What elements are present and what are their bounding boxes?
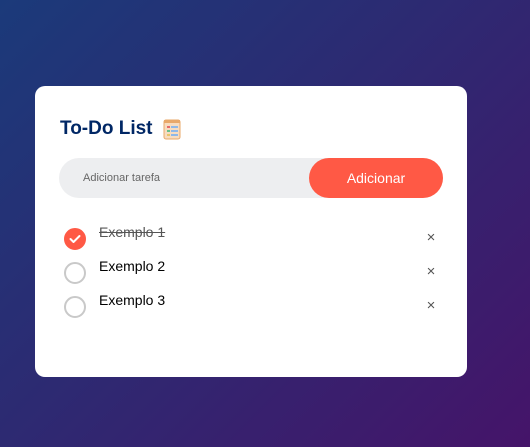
task-list: Exemplo 1 × Exemplo 2 × Exemplo 3 × (64, 223, 440, 325)
unchecked-icon[interactable] (64, 262, 86, 284)
close-icon[interactable]: × (422, 263, 440, 281)
task-text: Exemplo 2 (99, 258, 166, 274)
unchecked-icon[interactable] (64, 296, 86, 318)
todo-card: To-Do List Adicionar Exemplo 1 × (35, 86, 467, 377)
app-title: To-Do List (60, 118, 153, 139)
header: To-Do List (60, 118, 183, 140)
task-text: Exemplo 1 (99, 224, 166, 240)
list-item[interactable]: Exemplo 1 × (64, 223, 440, 257)
close-icon[interactable]: × (422, 229, 440, 247)
add-button[interactable]: Adicionar (309, 158, 443, 198)
close-icon[interactable]: × (422, 297, 440, 315)
task-text: Exemplo 3 (99, 292, 166, 308)
task-input[interactable] (59, 158, 309, 198)
checked-icon[interactable] (64, 228, 86, 250)
list-item[interactable]: Exemplo 2 × (64, 257, 440, 291)
notepad-icon (163, 119, 181, 140)
task-input-row: Adicionar (59, 158, 443, 198)
list-item[interactable]: Exemplo 3 × (64, 291, 440, 325)
